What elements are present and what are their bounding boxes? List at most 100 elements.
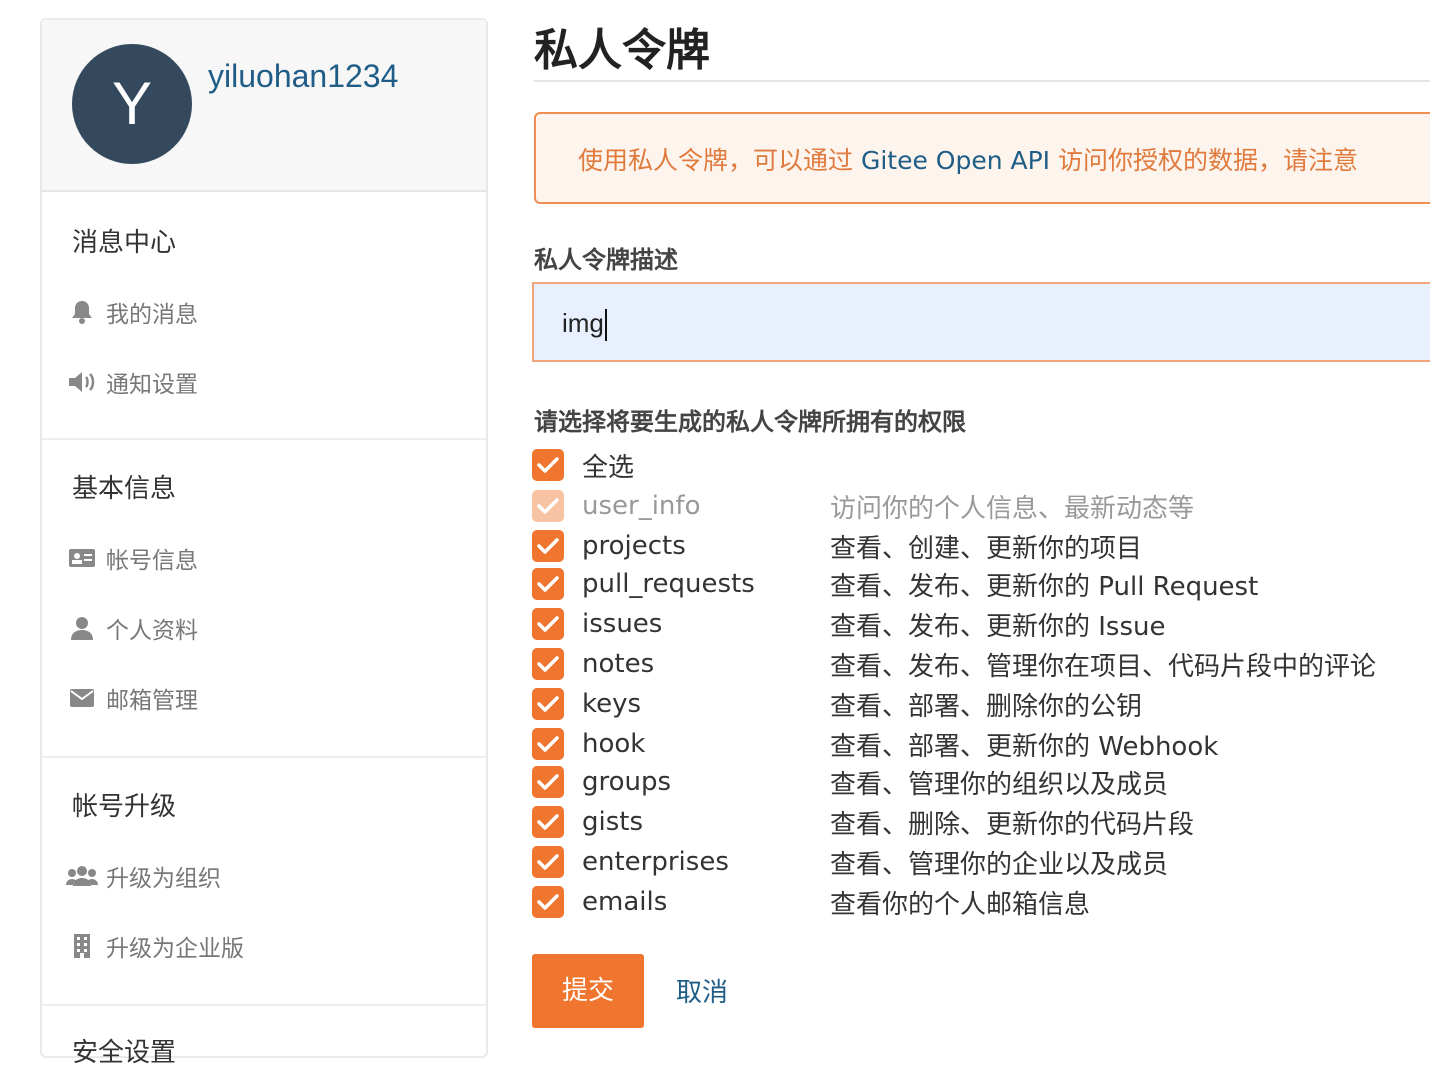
permission-description: 查看、管理你的组织以及成员 xyxy=(830,769,1169,800)
sidebar-item-label: 帐号信息 xyxy=(106,548,198,574)
select-all-label: 全选 xyxy=(582,452,635,483)
notice-text-before: 使用私人令牌，可以通过 xyxy=(578,146,861,175)
permission-description: 查看、部署、删除你的公钥 xyxy=(830,691,1143,722)
avatar[interactable]: Y xyxy=(72,44,192,164)
checkmark-icon xyxy=(537,774,559,790)
token-description-value: img xyxy=(562,308,604,338)
permission-name: user_info xyxy=(582,491,701,521)
permission-checkbox[interactable] xyxy=(532,648,564,680)
sidebar-item-label: 通知设置 xyxy=(106,372,198,398)
sidebar-item-profile[interactable]: 个人资料 xyxy=(66,608,198,648)
id-card-icon xyxy=(66,544,98,572)
building-icon xyxy=(66,932,98,960)
permission-row-hook: hook 查看、部署、更新你的 Webhook xyxy=(532,726,1218,762)
section-title-account-upgrade: 帐号升级 xyxy=(72,792,177,822)
settings-sidebar: Y yiluohan1234 消息中心 我的消息 通知设置 基本信息 帐号信息 xyxy=(40,18,488,1068)
permission-checkbox[interactable] xyxy=(532,766,564,798)
select-all-row: 全选 xyxy=(532,447,634,483)
permission-description: 查看、发布、更新你的 Pull Request xyxy=(830,571,1259,602)
permission-row-emails: emails 查看你的个人邮箱信息 xyxy=(532,884,1090,920)
permission-checkbox[interactable] xyxy=(532,846,564,878)
permission-name: issues xyxy=(582,609,663,639)
permission-description: 查看、部署、更新你的 Webhook xyxy=(830,731,1219,762)
permission-row-projects: projects 查看、创建、更新你的项目 xyxy=(532,528,1142,564)
sidebar-item-my-messages[interactable]: 我的消息 xyxy=(66,292,198,332)
permission-description: 查看、创建、更新你的项目 xyxy=(830,533,1143,564)
permission-name: notes xyxy=(582,649,655,679)
permission-checkbox[interactable] xyxy=(532,688,564,720)
checkmark-icon xyxy=(537,894,559,910)
permissions-label: 请选择将要生成的私人令牌所拥有的权限 xyxy=(534,408,966,436)
sidebar-item-upgrade-organization[interactable]: 升级为组织 xyxy=(66,856,221,896)
permission-checkbox xyxy=(532,490,564,522)
sidebar-item-upgrade-enterprise[interactable]: 升级为企业版 xyxy=(66,926,244,966)
section-security-settings: 安全设置 xyxy=(42,1006,486,1086)
permission-row-user-info: user_info 访问你的个人信息、最新动态等 xyxy=(532,488,1194,524)
notice-text-after: 访问你授权的数据，请注意 xyxy=(1050,146,1359,175)
permission-description: 查看你的个人邮箱信息 xyxy=(830,889,1091,920)
sidebar-item-notification-settings[interactable]: 通知设置 xyxy=(66,362,198,402)
sidebar-item-label: 我的消息 xyxy=(106,302,198,328)
sidebar-item-account-info[interactable]: 帐号信息 xyxy=(66,538,198,578)
permission-name: projects xyxy=(582,531,686,561)
section-account-upgrade: 帐号升级 升级为组织 升级为企业版 xyxy=(42,758,486,1006)
cancel-button[interactable]: 取消 xyxy=(676,972,728,1009)
permission-name: keys xyxy=(582,689,642,719)
permission-checkbox[interactable] xyxy=(532,886,564,918)
checkmark-icon xyxy=(537,696,559,712)
permission-row-groups: groups 查看、管理你的组织以及成员 xyxy=(532,764,1168,800)
info-notice: 使用私人令牌，可以通过 Gitee Open API 访问你授权的数据，请注意 xyxy=(534,112,1430,204)
permission-checkbox[interactable] xyxy=(532,530,564,562)
submit-button[interactable]: 提交 xyxy=(532,954,644,1028)
permission-checkbox[interactable] xyxy=(532,568,564,600)
checkmark-icon xyxy=(537,656,559,672)
profile-header: Y yiluohan1234 xyxy=(42,20,486,192)
sidebar-item-email-management[interactable]: 邮箱管理 xyxy=(66,678,198,718)
page-title: 私人令牌 xyxy=(534,25,710,76)
permission-name: hook xyxy=(582,729,646,759)
section-title-messages: 消息中心 xyxy=(72,228,177,258)
sidebar-item-label: 升级为组织 xyxy=(106,866,221,892)
section-basic-info: 基本信息 帐号信息 个人资料 邮箱管理 xyxy=(42,440,486,758)
section-title-security-settings: 安全设置 xyxy=(72,1038,177,1068)
user-icon xyxy=(66,614,98,642)
permission-description: 查看、发布、更新你的 Issue xyxy=(830,611,1166,642)
select-all-checkbox[interactable] xyxy=(532,449,564,481)
checkmark-icon xyxy=(537,854,559,870)
checkmark-icon xyxy=(537,814,559,830)
sidebar-item-label: 个人资料 xyxy=(106,618,198,644)
checkmark-icon xyxy=(537,498,559,514)
permission-description: 查看、删除、更新你的代码片段 xyxy=(830,809,1195,840)
permission-row-gists: gists 查看、删除、更新你的代码片段 xyxy=(532,804,1194,840)
sidebar-item-label: 邮箱管理 xyxy=(106,688,198,714)
permission-description: 访问你的个人信息、最新动态等 xyxy=(830,493,1195,524)
permission-row-pull-requests: pull_requests 查看、发布、更新你的 Pull Request xyxy=(532,566,1258,602)
volume-icon xyxy=(66,368,98,396)
section-title-basic-info: 基本信息 xyxy=(72,474,177,504)
permission-row-notes: notes 查看、发布、管理你在项目、代码片段中的评论 xyxy=(532,646,1376,682)
permission-row-keys: keys 查看、部署、删除你的公钥 xyxy=(532,686,1142,722)
description-label: 私人令牌描述 xyxy=(534,246,678,274)
permission-description: 查看、发布、管理你在项目、代码片段中的评论 xyxy=(830,651,1377,682)
token-description-input[interactable]: img xyxy=(532,282,1430,362)
permission-checkbox[interactable] xyxy=(532,728,564,760)
permission-name: pull_requests xyxy=(582,569,755,599)
permission-checkbox[interactable] xyxy=(532,806,564,838)
checkmark-icon xyxy=(537,736,559,752)
permission-checkbox[interactable] xyxy=(532,608,564,640)
checkmark-icon xyxy=(537,576,559,592)
permission-row-enterprises: enterprises 查看、管理你的企业以及成员 xyxy=(532,844,1168,880)
checkmark-icon xyxy=(537,538,559,554)
permission-name: gists xyxy=(582,807,644,837)
text-caret xyxy=(604,309,607,342)
permission-description: 查看、管理你的企业以及成员 xyxy=(830,849,1169,880)
title-divider xyxy=(534,80,1430,82)
permission-name: emails xyxy=(582,887,668,917)
bell-icon xyxy=(66,298,98,326)
users-icon xyxy=(66,862,98,890)
permission-row-issues: issues 查看、发布、更新你的 Issue xyxy=(532,606,1166,642)
username-link[interactable]: yiluohan1234 xyxy=(208,58,398,95)
permission-name: groups xyxy=(582,767,672,797)
section-messages: 消息中心 我的消息 通知设置 xyxy=(42,192,486,440)
notice-api-link[interactable]: Gitee Open API xyxy=(861,146,1050,175)
